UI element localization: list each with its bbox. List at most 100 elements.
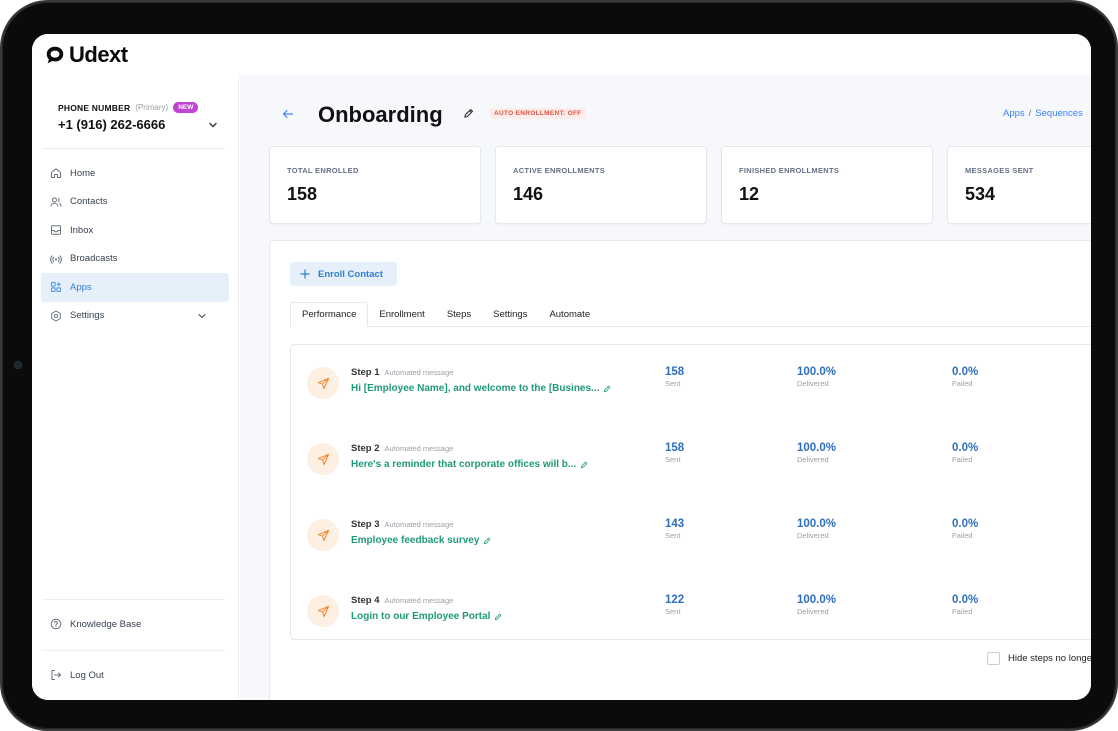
divider (42, 650, 225, 651)
logo-mark-icon (46, 46, 64, 64)
sidebar-item-inbox[interactable]: Inbox (41, 216, 229, 245)
metric-label: Failed (952, 379, 973, 388)
sidebar-nav: Home Contacts Inbox Broadcasts Apps Sett… (41, 159, 229, 330)
breadcrumb-apps[interactable]: Apps (1003, 108, 1025, 119)
chevron-down-icon[interactable] (197, 311, 207, 321)
sidebar-item-label: Home (70, 167, 96, 179)
tab-performance[interactable]: Performance (290, 302, 369, 327)
metric-sent: 122 Sent (665, 594, 684, 616)
sidebar-item-label: Inbox (70, 224, 94, 236)
tab-automate[interactable]: Automate (538, 302, 601, 327)
app-logo[interactable]: Udext (44, 42, 128, 68)
stat-card-messages-sent: MESSAGES SENT 534 (947, 146, 1091, 224)
step-name: Step 3 (351, 519, 380, 530)
step-message-link[interactable]: Employee feedback survey (351, 535, 491, 546)
tab-steps[interactable]: Steps (436, 302, 482, 327)
stat-value: 146 (513, 184, 544, 204)
sidebar-item-broadcasts[interactable]: Broadcasts (41, 245, 229, 274)
enroll-contact-label: Enroll Contact (318, 268, 383, 280)
step-message-link[interactable]: Login to our Employee Portal (351, 611, 502, 622)
metric-label: Delivered (797, 531, 829, 540)
sidebar-item-label: Settings (70, 310, 105, 322)
metric-value: 143 (665, 518, 685, 530)
breadcrumb-separator: / (1028, 108, 1032, 119)
step-type: Automated message (384, 596, 454, 605)
page-title: Onboarding (318, 102, 443, 127)
phone-label: PHONE NUMBER (58, 102, 131, 113)
step-message: Here's a reminder that corporate offices… (351, 459, 577, 470)
metric-value: 0.0% (952, 518, 979, 530)
hide-steps-checkbox[interactable] (987, 652, 1000, 665)
pencil-icon[interactable] (494, 613, 502, 621)
plus-icon (300, 269, 310, 279)
metric-value: 100.0% (797, 594, 837, 606)
step-type: Automated message (384, 444, 454, 453)
tablet-frame: Udext PHONE NUMBER (Primary) NEW +1 (916… (2, 2, 1116, 729)
metric-failed: 0.0% Failed (952, 594, 978, 616)
logout-link[interactable]: Log Out (50, 669, 104, 681)
send-icon (307, 595, 339, 627)
step-name: Step 1 (351, 367, 380, 378)
phone-number: +1 (916) 262-6666 (58, 117, 166, 132)
sidebar-item-apps[interactable]: Apps (41, 273, 229, 302)
send-icon (307, 367, 339, 399)
stat-label: MESSAGES SENT (965, 166, 1034, 175)
step-message-link[interactable]: Here's a reminder that corporate offices… (351, 459, 588, 470)
tab-settings[interactable]: Settings (482, 302, 538, 327)
pencil-icon[interactable] (483, 537, 491, 545)
step-message-link[interactable]: Hi [Employee Name], and welcome to the [… (351, 383, 611, 394)
step-message: Hi [Employee Name], and welcome to the [… (351, 383, 600, 394)
metric-value: 100.0% (797, 442, 837, 454)
stat-card-active-enrollments: ACTIVE ENROLLMENTS 146 (495, 146, 707, 224)
knowledge-base-link[interactable]: Knowledge Base (50, 618, 141, 630)
hide-steps-toggle[interactable]: Hide steps no longe (987, 652, 1091, 665)
breadcrumb-sequences[interactable]: Sequences (1035, 108, 1083, 119)
divider (42, 599, 225, 600)
stat-label: ACTIVE ENROLLMENTS (513, 166, 606, 175)
metric-delivered: 100.0% Delivered (797, 442, 836, 464)
camera-dot (14, 361, 22, 369)
stat-card-total-enrolled: TOTAL ENROLLED 158 (269, 146, 481, 224)
metric-label: Sent (665, 607, 681, 616)
sidebar: PHONE NUMBER (Primary) NEW +1 (916) 262-… (32, 74, 239, 700)
main-content: Onboarding AUTO ENROLLMENT: OFF Apps / Seq… (240, 74, 1091, 700)
metric-label: Sent (665, 531, 681, 540)
metric-value: 122 (665, 594, 685, 606)
metric-value: 0.0% (952, 442, 979, 454)
tab-bar: Performance Enrollment Steps Settings Au… (290, 302, 1091, 327)
metric-value: 100.0% (797, 366, 837, 378)
metric-value: 158 (665, 442, 685, 454)
stat-value: 534 (965, 184, 996, 204)
enroll-contact-button[interactable]: Enroll Contact (290, 262, 397, 286)
back-arrow-icon[interactable] (282, 108, 294, 120)
step-name: Step 4 (351, 595, 380, 606)
metric-sent: 143 Sent (665, 518, 684, 540)
steps-list: Step 1 Automated message Hi [Employee Nam… (290, 344, 1091, 640)
apps-icon (51, 282, 61, 293)
knowledge-base-label: Knowledge Base (70, 618, 142, 630)
step-type: Automated message (384, 520, 454, 529)
phone-primary-label: (Primary) (135, 103, 169, 112)
step-message: Employee feedback survey (351, 535, 480, 546)
chevron-down-icon[interactable] (208, 120, 218, 130)
metric-failed: 0.0% Failed (952, 518, 978, 540)
sidebar-item-home[interactable]: Home (41, 159, 229, 188)
stat-value: 12 (739, 184, 760, 204)
metric-delivered: 100.0% Delivered (797, 518, 836, 540)
phone-selector[interactable]: PHONE NUMBER (Primary) NEW +1 (916) 262-… (58, 102, 218, 132)
metric-label: Failed (952, 455, 973, 464)
home-icon (51, 168, 61, 179)
tab-enrollment[interactable]: Enrollment (368, 302, 435, 327)
sidebar-item-settings[interactable]: Settings (41, 302, 229, 331)
pencil-icon[interactable] (463, 108, 474, 119)
app-name: Udext (69, 42, 128, 67)
metric-value: 0.0% (952, 366, 979, 378)
pencil-icon[interactable] (580, 461, 588, 469)
pencil-icon[interactable] (603, 385, 611, 393)
stat-label: TOTAL ENROLLED (287, 166, 359, 175)
metric-label: Sent (665, 455, 681, 464)
new-badge: NEW (173, 102, 199, 113)
sidebar-item-contacts[interactable]: Contacts (41, 188, 229, 217)
breadcrumb: Apps / Sequences (1003, 108, 1083, 119)
metric-delivered: 100.0% Delivered (797, 594, 836, 616)
